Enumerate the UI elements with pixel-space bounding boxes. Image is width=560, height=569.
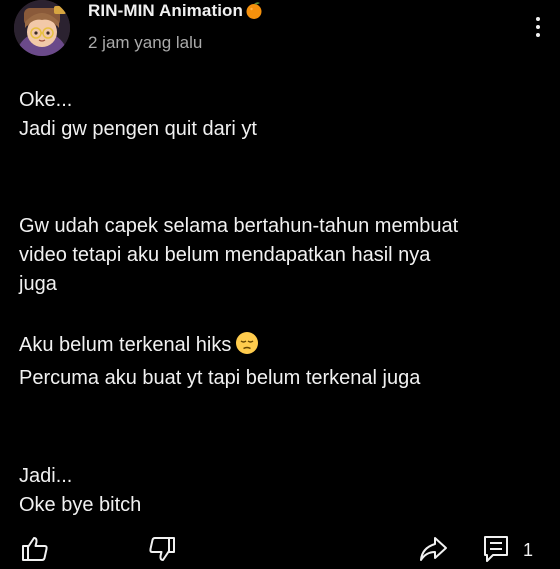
pensive-face-emoji-icon: [235, 331, 259, 364]
channel-name[interactable]: RIN-MIN Animation: [88, 0, 264, 25]
comment-line: video tetapi aku belum mendapatkan hasil…: [19, 244, 431, 266]
comment-line: Jadi gw pengen quit dari yt: [19, 118, 257, 140]
comment-line: Gw udah capek selama bertahun-tahun memb…: [19, 215, 459, 237]
comment-line: Aku belum terkenal hiks: [19, 331, 549, 364]
comment-body: Oke... Jadi gw pengen quit dari yt Gw ud…: [19, 86, 549, 520]
comment-icon[interactable]: [482, 534, 510, 569]
avatar[interactable]: [14, 0, 70, 56]
comment-line-text: Aku belum terkenal hiks: [19, 334, 232, 356]
comment-line: Oke bye bitch: [19, 494, 142, 516]
tangerine-emoji-icon: [244, 0, 264, 25]
reply-count: 1: [523, 540, 534, 560]
comment-actions: 1: [0, 530, 560, 562]
more-vert-icon[interactable]: [524, 12, 552, 42]
thumbs-down-icon[interactable]: [147, 534, 177, 569]
comment-line: Jadi...: [19, 465, 73, 487]
comment-header: RIN-MIN Animation 2 jam yang lalu: [0, 0, 560, 64]
share-icon[interactable]: [418, 534, 448, 569]
menu-dot: [536, 17, 540, 21]
channel-name-text: RIN-MIN Animation: [88, 1, 243, 20]
comment-line: Oke...: [19, 89, 73, 111]
menu-dot: [536, 25, 540, 29]
thumbs-up-icon[interactable]: [20, 534, 50, 569]
comment-line: juga: [19, 273, 57, 295]
comment-timestamp: 2 jam yang lalu: [88, 33, 203, 52]
menu-dot: [536, 33, 540, 37]
comment-line: Percuma aku buat yt tapi belum terkenal …: [19, 367, 421, 389]
